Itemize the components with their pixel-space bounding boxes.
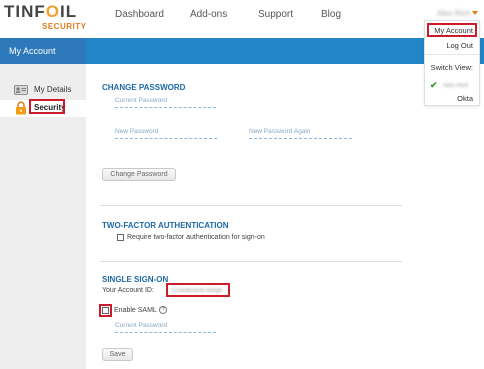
nav-addons-link[interactable]: Add-ons [190, 9, 227, 20]
checkmark-icon: ✔ [430, 80, 438, 90]
nav-blog-link[interactable]: Blog [321, 9, 341, 20]
top-navbar: TINFOIL SECURITY Dashboard Add-ons Suppo… [0, 0, 484, 38]
two-factor-label: Require two-factor authentication for si… [127, 234, 265, 241]
current-password-input[interactable]: Current Password [115, 96, 216, 108]
page-title: My Account [9, 46, 56, 56]
sso-password-input[interactable]: Current Password [115, 321, 216, 333]
switch-view-okta[interactable]: Okta [457, 94, 473, 103]
chevron-down-icon[interactable] [472, 11, 478, 15]
two-factor-title: TWO-FACTOR AUTHENTICATION [102, 221, 229, 230]
enable-saml-label: Enable SAML [114, 307, 157, 314]
two-factor-checkbox[interactable] [117, 234, 124, 241]
logo-subtitle: SECURITY [42, 22, 87, 31]
sidebar-item-my-details[interactable]: My Details [0, 82, 86, 99]
new-password-again-input[interactable]: New Password Again [249, 127, 352, 139]
dropdown-divider [425, 54, 479, 55]
tinfoil-logo[interactable]: TINFOIL SECURITY [4, 2, 87, 34]
nav-dashboard-link[interactable]: Dashboard [115, 9, 164, 20]
account-id-label: Your Account ID: [102, 287, 154, 294]
highlight-security [29, 99, 65, 114]
change-password-button[interactable]: Change Password [102, 168, 176, 181]
help-icon[interactable]: ? [159, 306, 167, 314]
switch-view-label: Switch View: [430, 63, 473, 72]
lock-icon [16, 101, 26, 115]
user-menu-name[interactable]: Alex Rich [437, 9, 471, 18]
sidebar-item-label: My Details [34, 85, 72, 94]
logo-wordmark: TINFOIL [4, 2, 78, 21]
highlight-account-id [166, 283, 230, 297]
new-password-input[interactable]: New Password [115, 127, 217, 139]
switch-view-current[interactable]: Alex Rich [443, 83, 468, 89]
sso-title: SINGLE SIGN-ON [102, 275, 169, 284]
highlight-my-account [427, 23, 477, 37]
id-card-icon [14, 85, 28, 95]
dropdown-item-log-out[interactable]: Log Out [446, 41, 473, 50]
save-button[interactable]: Save [102, 348, 133, 361]
change-password-title: CHANGE PASSWORD [102, 83, 186, 92]
section-divider [100, 205, 402, 206]
section-divider [100, 261, 402, 262]
nav-support-link[interactable]: Support [258, 9, 293, 20]
highlight-enable-saml [99, 304, 112, 317]
